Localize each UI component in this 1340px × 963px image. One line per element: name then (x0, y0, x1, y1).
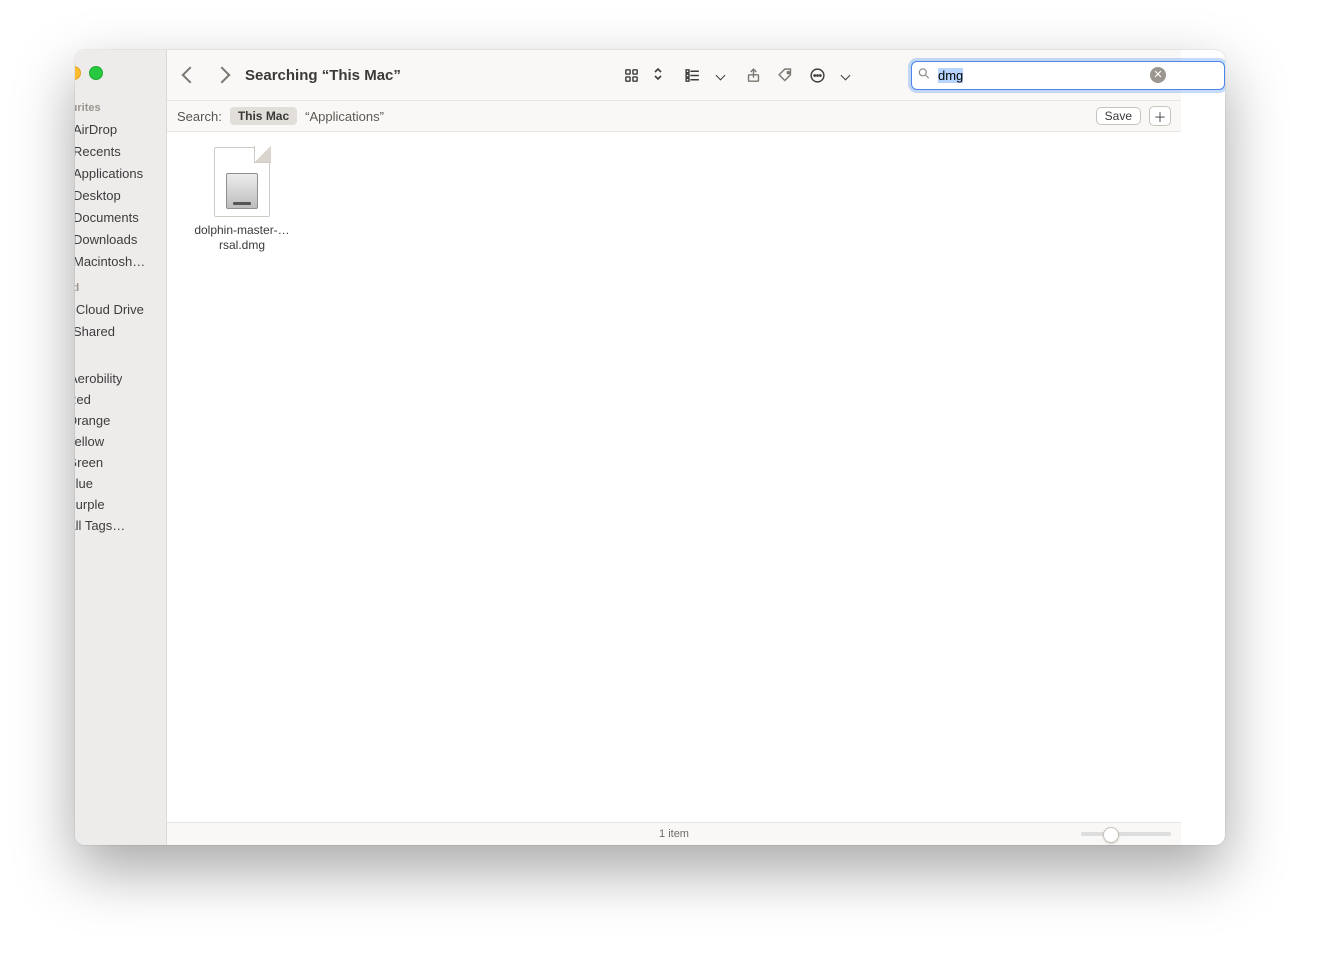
sidebar-tag-all[interactable]: All Tags… (75, 515, 162, 536)
main-area: Searching “This Mac” (167, 50, 1181, 845)
sidebar-item-label: Downloads (75, 232, 137, 247)
status-text: 1 item (659, 828, 689, 840)
nav-forward-button[interactable] (209, 62, 235, 88)
sidebar-tag-orange[interactable]: Orange (75, 410, 162, 431)
search-input[interactable] (911, 61, 1225, 90)
view-updown-icon (653, 66, 663, 85)
sidebar-section-icloud: iCloud (75, 272, 166, 298)
sidebar-item-label: Green (75, 455, 103, 470)
icon-size-slider[interactable] (1081, 832, 1171, 836)
sidebar-item-label: All Tags… (75, 518, 125, 533)
minimize-window-button[interactable] (75, 66, 81, 80)
tags-button[interactable] (772, 62, 798, 88)
sidebar-item-shared[interactable]: Shared (75, 320, 162, 342)
sidebar-item-icloud-drive[interactable]: iCloud Drive (75, 298, 162, 320)
sidebar-item-macintosh-hd[interactable]: Macintosh… (75, 250, 162, 272)
sidebar-item-documents[interactable]: Documents (75, 206, 162, 228)
sidebar-tag-red[interactable]: Red (75, 389, 162, 410)
search-field-wrap: ✕ (911, 61, 1171, 90)
search-icon (917, 67, 931, 84)
sidebar-item-label: Blue (75, 476, 93, 491)
sidebar-tag-blue[interactable]: Blue (75, 473, 162, 494)
sidebar-tag-purple[interactable]: Purple (75, 494, 162, 515)
sidebar-item-label: AirDrop (75, 122, 117, 137)
toolbar-group-sort (679, 62, 724, 88)
sidebar-item-label: Aerobility (75, 371, 122, 386)
view-as-icons-button[interactable] (618, 62, 644, 88)
sidebar-item-label: Desktop (75, 188, 121, 203)
sidebar-item-label: iCloud Drive (75, 302, 144, 317)
sidebar-item-label: Applications (75, 166, 143, 181)
toolbar-view-controls (618, 62, 663, 88)
finder-window: Favourites AirDrop Recents Applications (75, 50, 1225, 845)
sidebar-item-label: Yellow (75, 434, 104, 449)
dmg-file-icon (214, 147, 270, 217)
sidebar-item-label: Recents (75, 144, 121, 159)
search-scope-bar: Search: This Mac “Applications” Save ＋ (167, 101, 1181, 132)
sidebar-item-downloads[interactable]: Downloads (75, 228, 162, 250)
chevron-down-icon (716, 70, 726, 80)
toolbar: Searching “This Mac” (167, 50, 1181, 101)
scope-label: Search: (177, 109, 222, 124)
nav-back-button[interactable] (177, 62, 203, 88)
sidebar-section-favourites: Favourites (75, 92, 166, 118)
sidebar-item-label: Shared (75, 324, 115, 339)
sidebar-item-label: Documents (75, 210, 139, 225)
result-filename: dolphin-master-…rsal.dmg (182, 223, 302, 253)
sidebar-item-desktop[interactable]: Desktop (75, 184, 162, 206)
sidebar-item-applications[interactable]: Applications (75, 162, 162, 184)
sidebar-item-label: Orange (75, 413, 110, 428)
more-actions-button[interactable] (804, 62, 830, 88)
save-search-button[interactable]: Save (1096, 107, 1141, 125)
status-bar: 1 item (167, 822, 1181, 845)
sidebar-tag-green[interactable]: Green (75, 452, 162, 473)
sidebar-item-airdrop[interactable]: AirDrop (75, 118, 162, 140)
clear-search-button[interactable]: ✕ (1150, 67, 1166, 83)
fullscreen-window-button[interactable] (89, 66, 103, 80)
window-title: Searching “This Mac” (245, 67, 401, 84)
window-controls (75, 60, 166, 92)
sidebar-item-label: Macintosh… (75, 254, 145, 269)
share-button[interactable] (740, 62, 766, 88)
sidebar-item-label: Red (75, 392, 91, 407)
toolbar-more-actions (804, 62, 849, 88)
chevron-down-icon (841, 70, 851, 80)
results-area: dolphin-master-…rsal.dmg (167, 132, 1181, 822)
result-item[interactable]: dolphin-master-…rsal.dmg (182, 147, 302, 253)
sidebar-item-label: Purple (75, 497, 105, 512)
scope-applications[interactable]: “Applications” (305, 109, 384, 124)
sidebar-section-tags: Tags (75, 342, 166, 368)
sidebar-tag-aerobility[interactable]: Aerobility (75, 368, 162, 389)
sidebar-tag-yellow[interactable]: Yellow (75, 431, 162, 452)
add-search-criteria-button[interactable]: ＋ (1149, 106, 1171, 126)
sidebar-item-recents[interactable]: Recents (75, 140, 162, 162)
group-by-button[interactable] (679, 62, 705, 88)
scope-this-mac[interactable]: This Mac (230, 107, 297, 125)
sidebar: Favourites AirDrop Recents Applications (75, 50, 167, 845)
